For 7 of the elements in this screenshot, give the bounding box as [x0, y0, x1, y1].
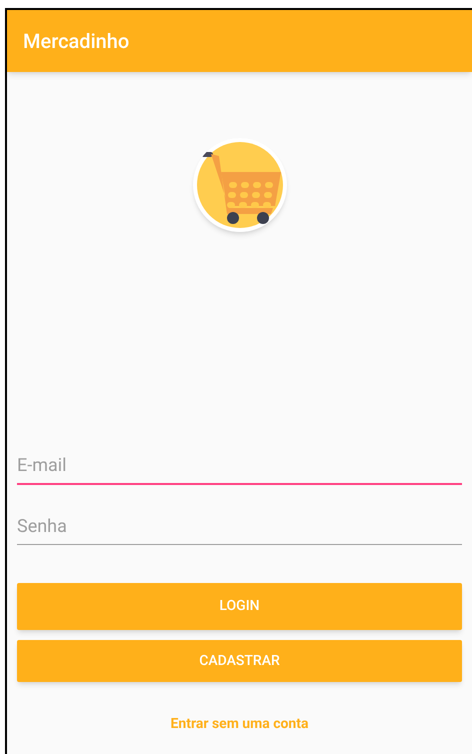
text-field[interactable]: Senha	[17, 513, 462, 545]
text-field[interactable]: E-mail	[17, 452, 462, 485]
cart-logo-icon	[192, 138, 286, 232]
guest-link[interactable]: Entrar sem uma conta	[170, 714, 309, 735]
action-button[interactable]: CADASTRAR	[17, 640, 462, 682]
action-button[interactable]: LOGIN	[17, 583, 462, 630]
app-title: Mercadinho	[23, 28, 130, 55]
